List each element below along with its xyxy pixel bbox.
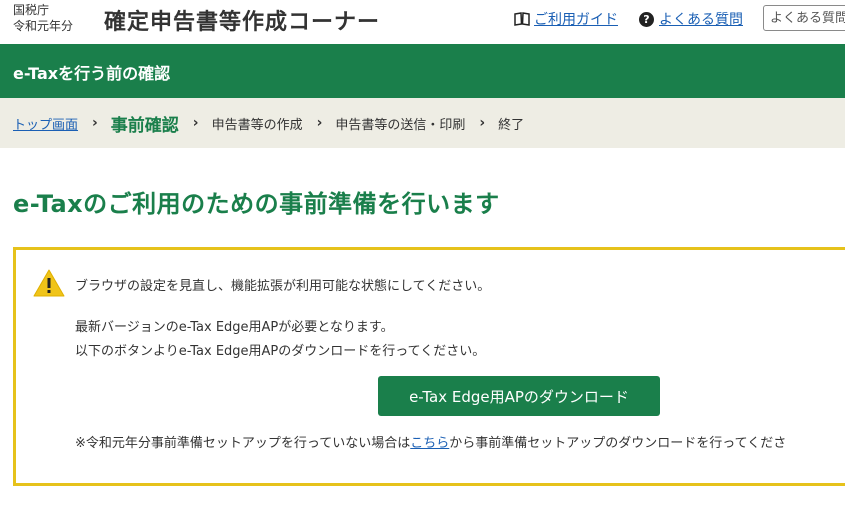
notice-line-1: ブラウザの設定を見直し、機能拡張が利用可能な状態にしてください。: [75, 279, 491, 294]
faq-link[interactable]: ? よくある質問: [639, 9, 743, 29]
breadcrumb-current: 事前確認: [110, 115, 179, 136]
breadcrumb-create: 申告書等の作成: [211, 117, 303, 133]
section-bar: e-Taxを行う前の確認: [0, 44, 845, 98]
warning-icon: [33, 269, 65, 297]
notice-line-2: 最新バージョンのe-Tax Edge用APが必要となります。: [75, 320, 394, 335]
agency-label: 国税庁 令和元年分: [13, 2, 73, 34]
breadcrumb: トップ画面 › 事前確認 › 申告書等の作成 › 申告書等の送信・印刷 › 終了: [0, 98, 845, 148]
faq-link-label[interactable]: よくある質問: [659, 9, 743, 29]
book-icon: [514, 12, 530, 26]
page-heading: e-Taxのご利用のための事前準備を行います: [13, 190, 500, 218]
setup-link[interactable]: こちら: [410, 436, 449, 451]
search-input[interactable]: [763, 5, 845, 31]
chevron-right-icon: ›: [316, 115, 323, 131]
chevron-right-icon: ›: [192, 115, 199, 131]
setup-note-before: ※令和元年分事前準備セットアップを行っていない場合は: [75, 436, 411, 451]
warning-notice: ブラウザの設定を見直し、機能拡張が利用可能な状態にしてください。 最新バージョン…: [13, 247, 845, 486]
download-app-button[interactable]: e-Tax Edge用APのダウンロード: [378, 376, 660, 416]
setup-note-after: から事前準備セットアップのダウンロードを行ってくださ: [449, 436, 787, 451]
chevron-right-icon: ›: [92, 115, 98, 131]
breadcrumb-end: 終了: [498, 117, 525, 133]
agency-name: 国税庁: [13, 3, 50, 17]
section-title: e-Taxを行う前の確認: [13, 64, 171, 83]
notice-line-3: 以下のボタンよりe-Tax Edge用APのダウンロードを行ってください。: [75, 344, 486, 359]
breadcrumb-send-print: 申告書等の送信・印刷: [335, 117, 466, 133]
tax-year: 令和元年分: [13, 19, 74, 33]
site-title: 確定申告書等作成コーナー: [104, 10, 381, 35]
question-icon: ?: [639, 11, 654, 27]
setup-note: ※令和元年分事前準備セットアップを行っていない場合はこちらから事前準備セットアッ…: [75, 432, 786, 451]
guide-link[interactable]: ご利用ガイド: [514, 9, 618, 29]
breadcrumb-top[interactable]: トップ画面: [13, 114, 78, 133]
site-header: 国税庁 令和元年分 確定申告書等作成コーナー ご利用ガイド ? よくある質問: [0, 0, 845, 44]
chevron-right-icon: ›: [479, 115, 486, 131]
guide-link-label[interactable]: ご利用ガイド: [534, 9, 618, 29]
